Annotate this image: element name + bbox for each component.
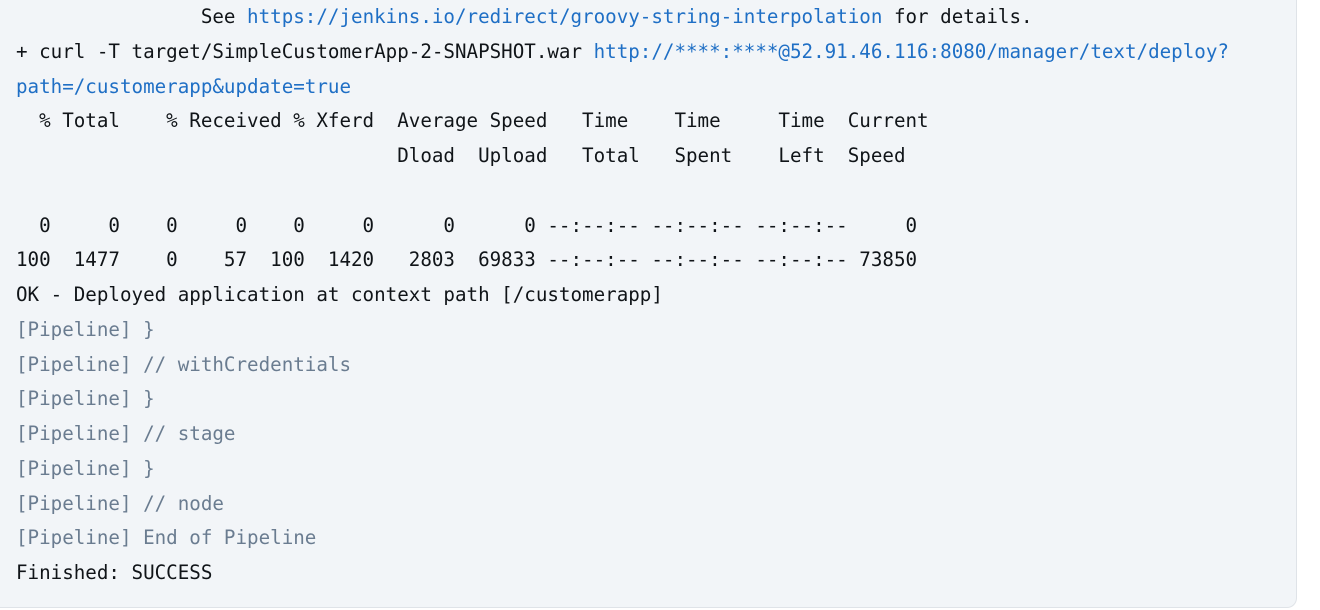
console-log: See https://jenkins.io/redirect/groovy-s… — [16, 0, 1229, 591]
console-output-panel: See https://jenkins.io/redirect/groovy-s… — [0, 0, 1297, 608]
deploy-url-link-continued[interactable]: path=/customerapp&update=true — [16, 75, 351, 98]
pipeline-log-line: [Pipeline] // withCredentials — [16, 352, 352, 376]
pipeline-log-line: [Pipeline] } — [16, 456, 155, 480]
groovy-interpolation-link[interactable]: https://jenkins.io/redirect/groovy-strin… — [247, 5, 882, 28]
console-line-curl-command: + curl -T target/SimpleCustomerApp-2-SNA… — [16, 35, 1229, 70]
console-text: for details. — [882, 5, 1033, 28]
console-line-groovy-notice: See https://jenkins.io/redirect/groovy-s… — [16, 0, 1229, 35]
curl-progress-row: 100 1477 0 57 100 1420 2803 69833 --:--:… — [16, 248, 918, 272]
console-line-deploy-url-continued: path=/customerapp&update=true — [16, 70, 1229, 105]
console-text: See — [16, 5, 248, 28]
pipeline-log-line: [Pipeline] } — [16, 387, 155, 411]
pipeline-log-line: [Pipeline] // node — [16, 491, 224, 515]
pipeline-log-line: [Pipeline] } — [16, 317, 155, 341]
deploy-url-link[interactable]: http://****:****@52.91.46.116:8080/manag… — [594, 40, 1229, 63]
curl-progress-header: % Total % Received % Xferd Average Speed… — [16, 109, 929, 133]
build-status-line: Finished: SUCCESS — [16, 561, 213, 584]
curl-progress-subheader: Dload Upload Total Spent Left Speed — [16, 144, 906, 167]
pipeline-log-line: [Pipeline] // stage — [16, 422, 236, 445]
pipeline-log-line: [Pipeline] End of Pipeline — [16, 526, 317, 550]
console-text: + curl -T target/SimpleCustomerApp-2-SNA… — [16, 39, 594, 63]
deploy-result-line: OK - Deployed application at context pat… — [16, 283, 663, 306]
curl-progress-row: 0 0 0 0 0 0 0 0 --:--:-- --:--:-- --:--:… — [16, 213, 918, 237]
